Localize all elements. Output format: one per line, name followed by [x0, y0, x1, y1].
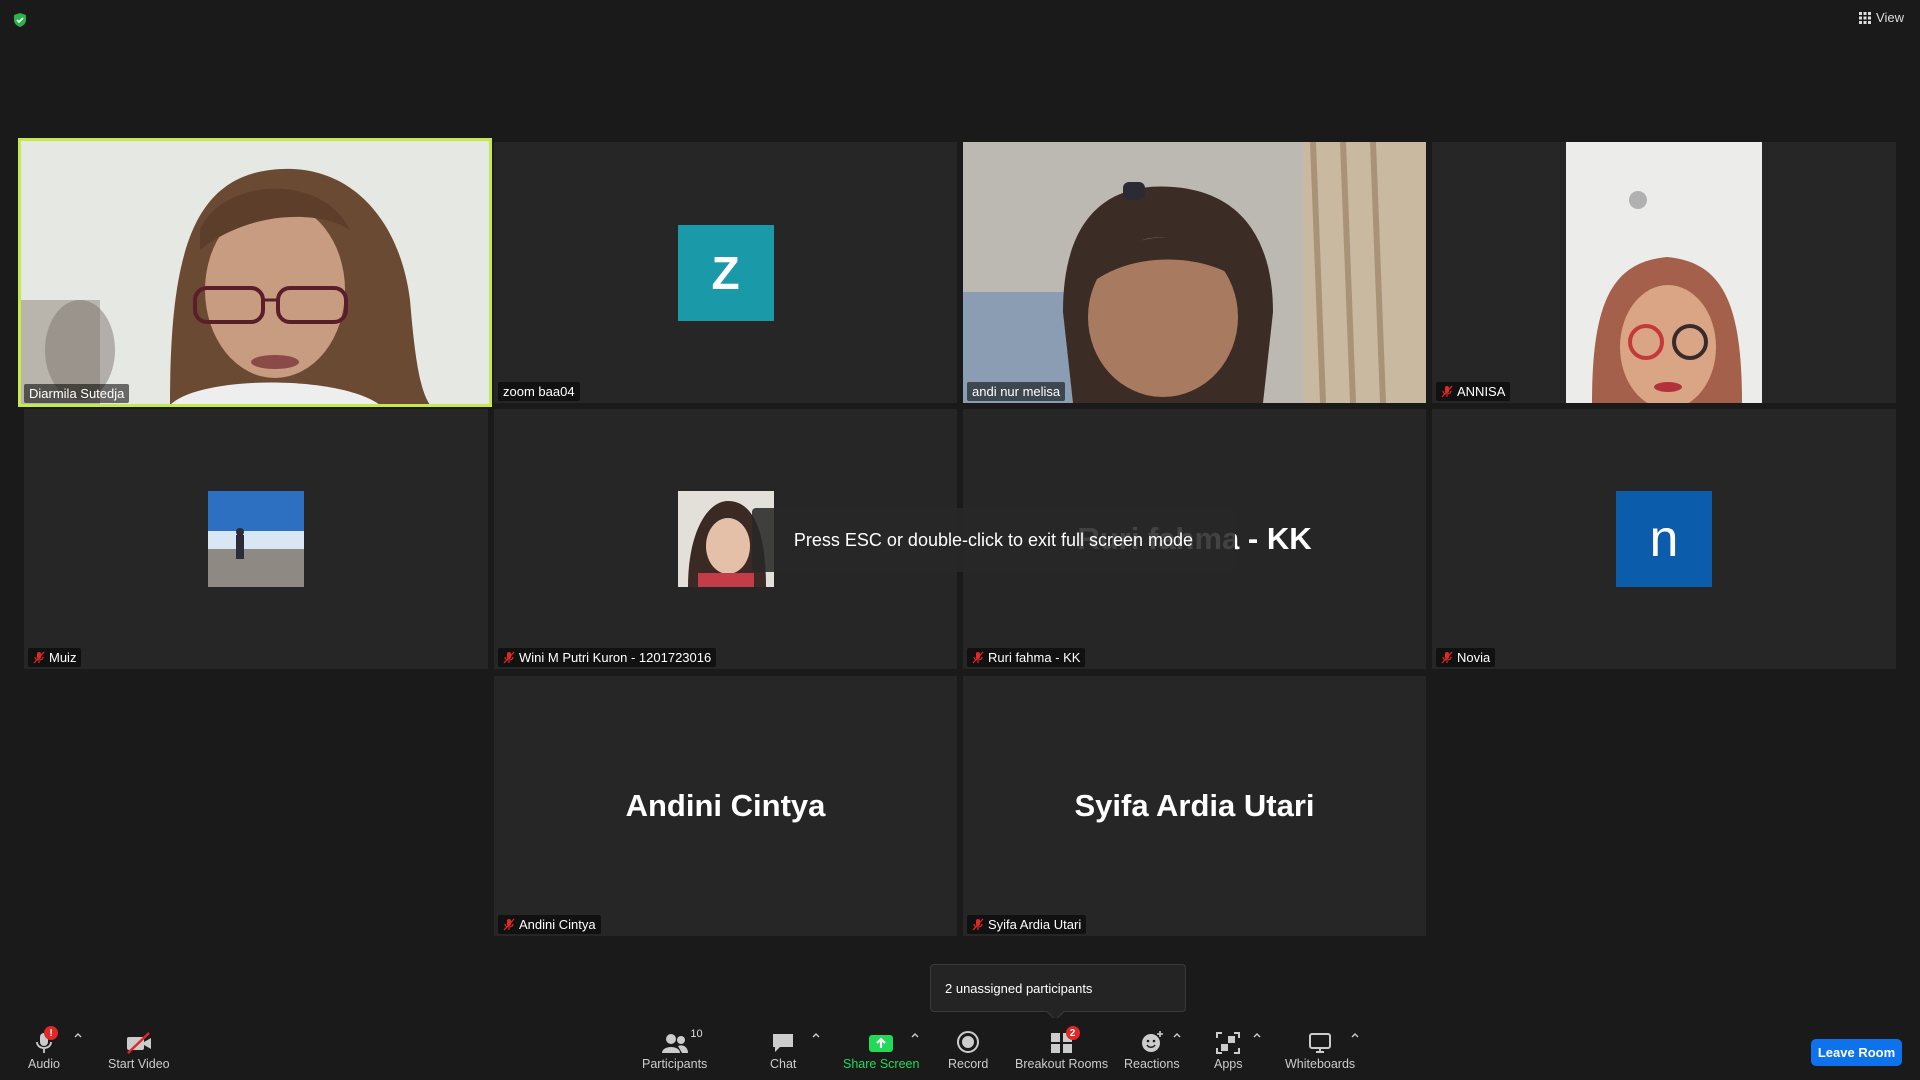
participant-name-tag: zoom baa04	[498, 382, 580, 401]
exit-fullscreen-toast: Press ESC or double-click to exit full s…	[752, 508, 1235, 572]
view-label: View	[1876, 10, 1904, 25]
mic-off-icon	[503, 651, 515, 664]
unassigned-participants-popover[interactable]: 2 unassigned participants	[930, 964, 1186, 1012]
shield-check-icon	[14, 13, 26, 27]
whiteboards-label: Whiteboards	[1285, 1057, 1356, 1071]
share-options-caret-icon[interactable]	[910, 1030, 920, 1040]
microphone-icon: !	[34, 1026, 58, 1054]
video-off-icon	[125, 1026, 153, 1054]
mic-off-icon	[1441, 385, 1453, 398]
participant-name-tag: andi nur melisa	[967, 382, 1066, 401]
view-button[interactable]: View	[1859, 10, 1904, 25]
participant-video	[20, 140, 490, 405]
mic-off-icon	[972, 918, 984, 931]
audio-alert-badge: !	[43, 1026, 58, 1040]
mic-off-icon	[33, 651, 45, 664]
mic-off-icon	[503, 918, 515, 931]
participant-name-tag: Ruri fahma - KK	[967, 648, 1086, 667]
chat-button[interactable]: Chat	[770, 1026, 796, 1071]
share-screen-label: Share Screen	[843, 1057, 920, 1071]
avatar: n	[1616, 491, 1712, 587]
mic-off-icon	[972, 651, 984, 664]
breakout-rooms-badge: 2	[1065, 1026, 1080, 1040]
participant-name-tag: Wini M Putri Kuron - 1201723016	[498, 648, 717, 667]
apps-icon	[1216, 1026, 1241, 1054]
breakout-rooms-button[interactable]: 2 Breakout Rooms	[1015, 1026, 1108, 1071]
leave-room-button[interactable]: Leave Room	[1811, 1039, 1902, 1066]
chat-icon	[771, 1026, 795, 1054]
video-tile-muiz[interactable]: Muiz	[24, 409, 488, 669]
video-tile-andi-nur-melisa[interactable]: andi nur melisa	[963, 142, 1426, 403]
participants-label: Participants	[642, 1057, 708, 1071]
video-tile-annisa[interactable]: ANNISA	[1432, 142, 1896, 403]
participant-display-name: Andini Cintya	[625, 788, 826, 823]
video-tile-zoom-baa04[interactable]: Z zoom baa04	[494, 142, 957, 403]
reactions-options-caret-icon[interactable]	[1172, 1030, 1182, 1040]
record-icon	[956, 1026, 980, 1054]
chat-options-caret-icon[interactable]	[811, 1030, 821, 1040]
participants-button[interactable]: 10 Participants	[642, 1026, 707, 1071]
share-screen-button[interactable]: Share Screen	[843, 1026, 919, 1071]
apps-options-caret-icon[interactable]	[1252, 1030, 1262, 1040]
participant-video	[1566, 142, 1762, 403]
breakout-rooms-label: Breakout Rooms	[1015, 1057, 1109, 1071]
reactions-label: Reactions	[1124, 1057, 1180, 1071]
whiteboards-button[interactable]: Whiteboards	[1285, 1026, 1355, 1071]
participant-name-tag: Andini Cintya	[498, 915, 601, 934]
start-video-button[interactable]: Start Video	[108, 1026, 170, 1071]
popover-text: 2 unassigned participants	[945, 980, 1093, 996]
record-button[interactable]: Record	[948, 1026, 988, 1071]
participant-video	[963, 142, 1426, 403]
audio-label: Audio	[28, 1057, 60, 1071]
chat-label: Chat	[770, 1057, 797, 1071]
breakout-rooms-icon: 2	[1050, 1026, 1080, 1054]
participant-name-tag: Diarmila Sutedja	[24, 384, 130, 403]
reactions-icon	[1140, 1026, 1164, 1054]
video-tile-novia[interactable]: n Novia	[1432, 409, 1896, 669]
meeting-window: View Diarmila Sutedja Z zoom baa04 andi …	[0, 0, 1920, 1080]
audio-button[interactable]: ! Audio	[28, 1026, 60, 1071]
audio-options-caret-icon[interactable]	[73, 1030, 83, 1040]
video-tile-diarmila[interactable]: Diarmila Sutedja	[18, 138, 492, 407]
share-screen-icon	[868, 1026, 894, 1054]
apps-label: Apps	[1214, 1057, 1243, 1071]
participant-name-tag: ANNISA	[1436, 382, 1511, 401]
grid-view-icon	[1859, 11, 1872, 24]
participants-icon: 10	[661, 1026, 703, 1054]
participants-count: 10	[690, 1028, 703, 1040]
whiteboard-icon	[1308, 1026, 1332, 1054]
avatar: Z	[677, 224, 774, 321]
record-label: Record	[948, 1057, 989, 1071]
participant-name-tag: Syifa Ardia Utari	[967, 915, 1087, 934]
video-tile-syifa-ardia-utari[interactable]: Syifa Ardia Utari Syifa Ardia Utari	[963, 676, 1426, 936]
avatar	[208, 491, 304, 587]
apps-button[interactable]: Apps	[1214, 1026, 1243, 1071]
meeting-toolbar: ! Audio Start Video 10 Participants Chat	[0, 1018, 1920, 1080]
start-video-label: Start Video	[108, 1057, 170, 1071]
video-tile-andini-cintya[interactable]: Andini Cintya Andini Cintya	[494, 676, 957, 936]
mic-off-icon	[1441, 651, 1453, 664]
participant-name-tag: Novia	[1436, 648, 1496, 667]
participant-name-tag: Muiz	[28, 648, 82, 667]
whiteboards-options-caret-icon[interactable]	[1350, 1030, 1360, 1040]
participant-display-name: Syifa Ardia Utari	[1074, 788, 1315, 823]
